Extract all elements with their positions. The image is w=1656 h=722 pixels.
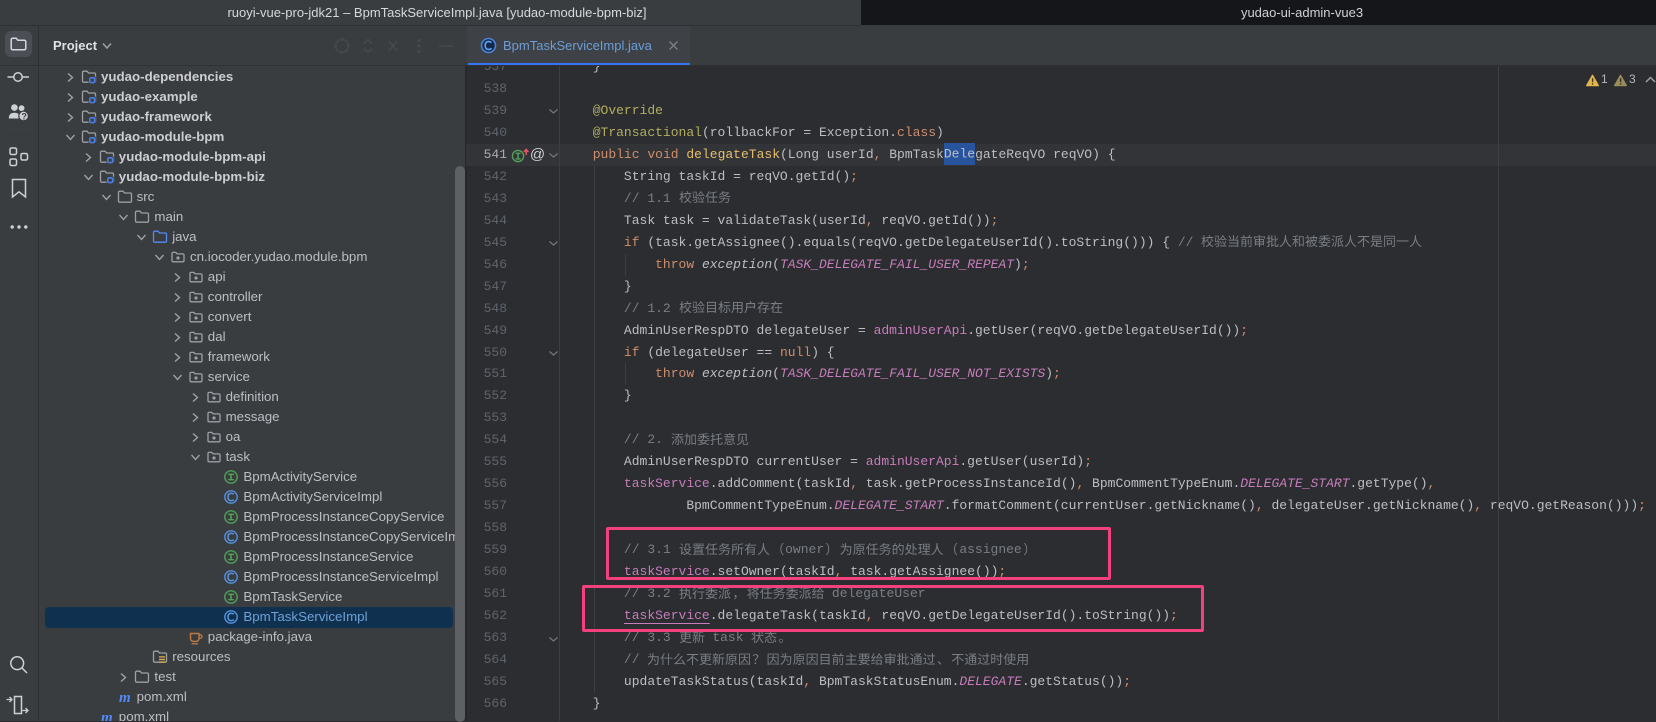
svg-text:m: m bbox=[101, 710, 113, 721]
svg-text:m: m bbox=[119, 690, 131, 705]
svg-text:?: ? bbox=[21, 111, 27, 121]
